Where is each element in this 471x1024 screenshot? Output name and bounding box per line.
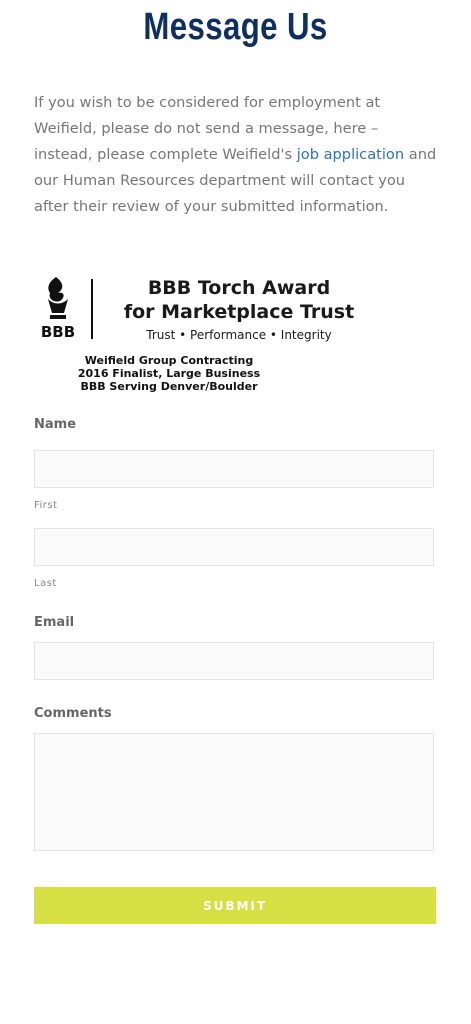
bbb-subtext-line1: Weifield Group Contracting [84,354,254,367]
page-title: Message Us [143,6,328,48]
last-name-input[interactable] [34,528,434,566]
bbb-torch-logo-icon: BBB [41,277,75,339]
bbb-subtext-line3: BBB Serving Denver/Boulder [80,380,258,393]
job-application-link[interactable]: job application [297,146,404,163]
name-label: Name [34,417,77,432]
bbb-title-line1: BBB Torch Award [147,277,331,299]
bbb-subtext: Weifield Group Contracting 2016 Finalist… [34,354,304,393]
first-name-input[interactable] [34,450,434,488]
bbb-logo-text: BBB [41,323,75,339]
bbb-award-badge: BBB BBB Torch Award for Marketplace Trus… [34,275,354,400]
email-label: Email [34,615,75,630]
last-name-sublabel: Last [34,578,57,589]
bbb-divider [91,279,93,339]
first-name-sublabel: First [34,500,58,511]
comments-textarea[interactable] [34,733,434,851]
email-input[interactable] [34,642,434,680]
submit-button[interactable]: SUBMIT [34,887,436,924]
bbb-subtext-line2: 2016 Finalist, Large Business [77,367,261,380]
intro-text: If you wish to be considered for employm… [34,90,439,220]
bbb-tagline: Trust • Performance • Integrity [146,328,332,342]
comments-label: Comments [34,706,112,721]
bbb-title-line2: for Marketplace Trust [123,301,355,323]
